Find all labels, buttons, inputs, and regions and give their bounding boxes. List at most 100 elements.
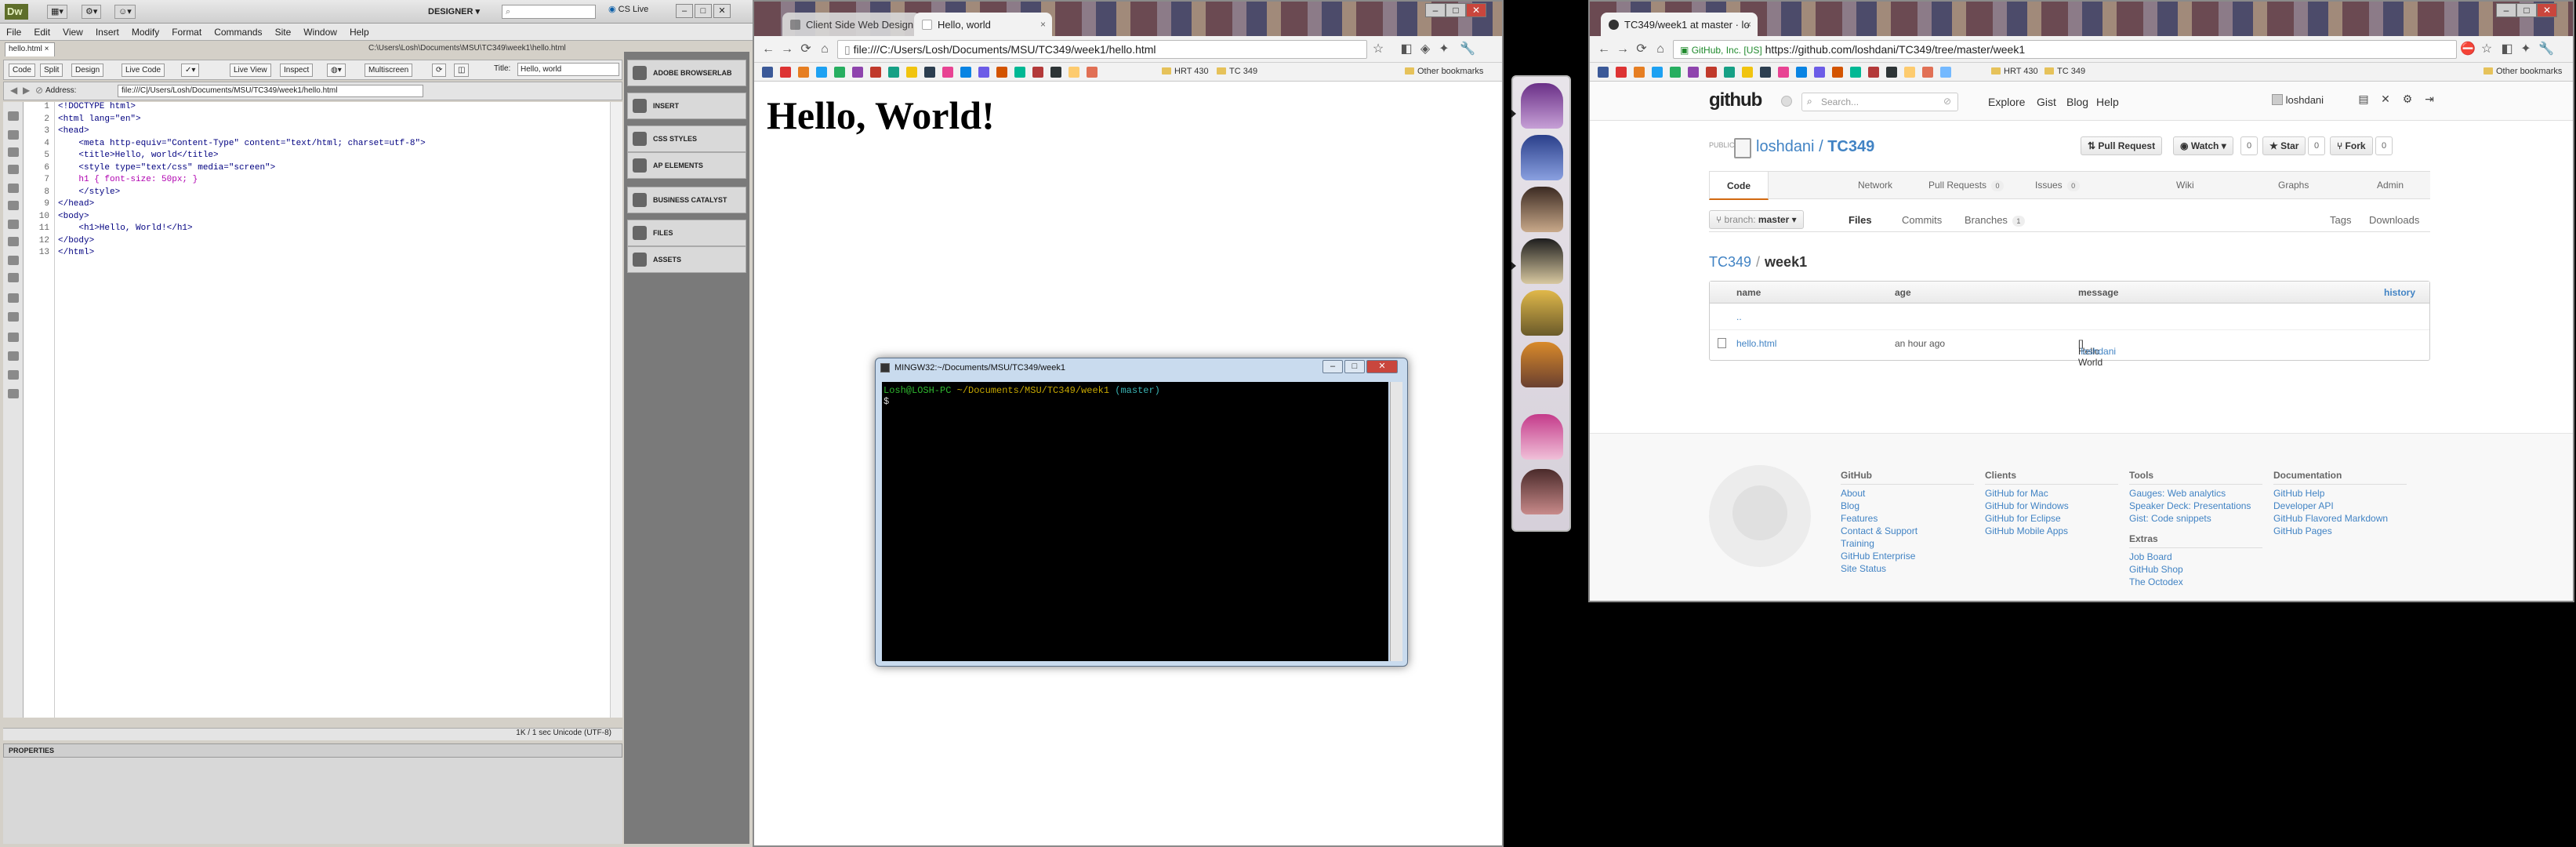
minimize-button[interactable]: –: [1425, 3, 1446, 17]
menu-help[interactable]: Help: [343, 24, 376, 40]
terminal-scrollbar[interactable]: [1390, 382, 1402, 661]
bookmark-star-icon[interactable]: ☆: [1370, 42, 1386, 57]
bookmark-favicon-icon[interactable]: [798, 67, 809, 78]
bookmark-folder-hrt430[interactable]: HRT 430: [1162, 67, 1209, 76]
bookmark-favicon-icon[interactable]: [1760, 67, 1771, 78]
bookmark-favicon-icon[interactable]: [924, 67, 935, 78]
dock-arrow-icon[interactable]: [1511, 262, 1516, 270]
footer-link[interactable]: Developer API: [2273, 500, 2407, 513]
sign-out-icon[interactable]: ⇥: [2422, 93, 2436, 108]
fork-button[interactable]: ⑂ Fork: [2330, 136, 2373, 155]
footer-link[interactable]: GitHub Shop: [2129, 564, 2262, 576]
panel-files[interactable]: FILES: [627, 220, 746, 246]
panel-business-catalyst[interactable]: BUSINESS CATALYST: [627, 187, 746, 213]
line-numbers-icon[interactable]: [8, 220, 19, 229]
close-tab-icon[interactable]: ×: [1040, 19, 1046, 30]
bookmark-favicon-icon[interactable]: [1014, 67, 1025, 78]
menu-format[interactable]: Format: [165, 24, 208, 40]
bookmark-favicon-icon[interactable]: [1850, 67, 1861, 78]
home-icon[interactable]: ⌂: [817, 42, 833, 57]
footer-link[interactable]: Training: [1841, 538, 1974, 551]
preview-button[interactable]: ◍▾: [327, 64, 346, 77]
settings-icon[interactable]: ✕: [2378, 93, 2393, 108]
panel-insert[interactable]: INSERT: [627, 93, 746, 119]
menu-site[interactable]: Site: [269, 24, 298, 40]
close-tab-icon[interactable]: ×: [1746, 19, 1751, 30]
star-count[interactable]: 0: [2308, 136, 2325, 155]
bookmark-favicon-icon[interactable]: [996, 67, 1007, 78]
open-documents-icon[interactable]: [8, 111, 19, 121]
tab-hello-world[interactable]: Hello, world ×: [914, 13, 1052, 36]
extension-icon[interactable]: ◈: [1417, 42, 1433, 57]
breadcrumb-repo[interactable]: TC349: [1709, 254, 1751, 270]
code-editor[interactable]: <!DOCTYPE html> <html lang="en"> <head> …: [55, 102, 610, 718]
bookmark-favicon-icon[interactable]: [1688, 67, 1699, 78]
cs-live-button[interactable]: ◉ CS Live: [608, 5, 648, 14]
panel-assets[interactable]: ASSETS: [627, 246, 746, 273]
bookmark-favicon-icon[interactable]: [1886, 67, 1897, 78]
maximize-button[interactable]: □: [1446, 3, 1466, 17]
indent-icon[interactable]: [8, 351, 19, 361]
panel-browserlab[interactable]: ADOBE BROWSERLAB: [627, 60, 746, 86]
panel-css-styles[interactable]: CSS STYLES: [627, 125, 746, 152]
tab-network[interactable]: Network: [1858, 180, 1892, 191]
layout-menu-button[interactable]: ▦▾: [47, 5, 67, 19]
url-bar[interactable]: ▣ GitHub, Inc. [US] https://github.com/l…: [1673, 40, 2457, 59]
bookmark-favicon-icon[interactable]: [1087, 67, 1098, 78]
footer-link[interactable]: About: [1841, 488, 1974, 500]
minimize-button[interactable]: –: [1322, 360, 1343, 373]
visual-aids-button[interactable]: ◫: [454, 64, 470, 77]
bookmark-favicon-icon[interactable]: [1634, 67, 1645, 78]
inspect-button[interactable]: Inspect: [280, 64, 314, 77]
bookmark-favicon-icon[interactable]: [762, 67, 773, 78]
subnav-downloads[interactable]: Downloads: [2369, 214, 2419, 226]
user-menu[interactable]: loshdani: [2272, 94, 2324, 106]
dock-arrow-icon[interactable]: [1511, 110, 1516, 118]
repo-owner-link[interactable]: loshdani: [1756, 138, 1815, 155]
dock-character-icon[interactable]: [1521, 83, 1563, 129]
dock-character-icon[interactable]: [1521, 135, 1563, 180]
subnav-branches[interactable]: Branches 1: [1965, 214, 2025, 227]
footer-link[interactable]: Job Board: [2129, 551, 2262, 564]
bookmark-favicon-icon[interactable]: [978, 67, 989, 78]
footer-link[interactable]: GitHub Pages: [2273, 525, 2407, 538]
address-input[interactable]: file:///C|/Users/Losh/Documents/MSU/TC34…: [118, 85, 423, 97]
bookmark-favicon-icon[interactable]: [888, 67, 899, 78]
bookmark-favicon-icon[interactable]: [1922, 67, 1933, 78]
bookmark-star-icon[interactable]: ☆: [2479, 42, 2494, 57]
nav-gist[interactable]: Gist: [2037, 96, 2056, 108]
github-logo[interactable]: github: [1709, 89, 1762, 111]
footer-link[interactable]: GitHub Enterprise: [1841, 551, 1974, 563]
highlight-invalid-icon[interactable]: [8, 237, 19, 246]
footer-link[interactable]: Contact & Support: [1841, 525, 1974, 538]
bookmark-favicon-icon[interactable]: [834, 67, 845, 78]
watch-count[interactable]: 0: [2240, 136, 2258, 155]
repo-name-link[interactable]: TC349: [1827, 138, 1874, 155]
document-tab[interactable]: hello.html ×: [5, 42, 55, 56]
tab-github-week1[interactable]: TC349/week1 at master · lo ×: [1601, 13, 1758, 36]
live-code-button[interactable]: Live Code: [122, 64, 165, 77]
bookmark-favicon-icon[interactable]: [960, 67, 971, 78]
design-view-button[interactable]: Design: [71, 64, 104, 77]
github-search-input[interactable]: ⌕ Search... ⊘: [1801, 93, 1958, 111]
close-tab-icon[interactable]: ×: [45, 45, 49, 53]
footer-link[interactable]: GitHub Help: [2273, 488, 2407, 500]
footer-link[interactable]: Speaker Deck: Presentations: [2129, 500, 2262, 513]
subnav-tags[interactable]: Tags: [2330, 214, 2351, 226]
recent-snippets-icon[interactable]: [8, 312, 19, 322]
bookmark-favicon-icon[interactable]: [1742, 67, 1753, 78]
dock-character-icon[interactable]: [1521, 290, 1563, 336]
footer-link[interactable]: GitHub Mobile Apps: [1985, 525, 2118, 538]
code-view-button[interactable]: Code: [9, 64, 35, 77]
footer-link[interactable]: Site Status: [1841, 563, 1974, 576]
footer-link[interactable]: GitHub Flavored Markdown: [2273, 513, 2407, 525]
close-button[interactable]: ✕: [1466, 3, 1486, 17]
other-bookmarks[interactable]: Other bookmarks: [2483, 67, 2562, 76]
history-link[interactable]: history: [2384, 287, 2415, 298]
footer-link[interactable]: GitHub for Mac: [1985, 488, 2118, 500]
outdent-icon[interactable]: [8, 370, 19, 380]
bookmark-favicon-icon[interactable]: [1832, 67, 1843, 78]
maximize-button[interactable]: □: [2516, 3, 2537, 17]
extension-icon[interactable]: ◧: [1399, 42, 1414, 57]
bookmark-favicon-icon[interactable]: [1778, 67, 1789, 78]
